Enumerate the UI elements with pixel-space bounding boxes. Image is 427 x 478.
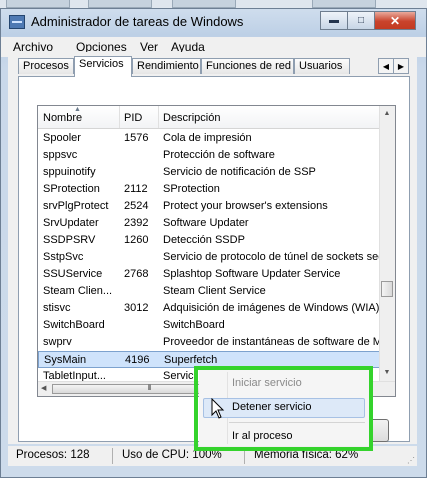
maximize-button[interactable]: □ (347, 11, 375, 30)
tab-usuarios[interactable]: Usuarios (294, 58, 350, 74)
list-item[interactable]: stisvc 3012 Adquisición de imágenes de Win… (38, 300, 380, 317)
background-window-edge (88, 0, 152, 8)
maximize-icon: □ (357, 15, 365, 26)
service-name-cell: Steam Clien... (43, 285, 113, 297)
service-description-cell: Servicio de protocolo de túnel de socket… (163, 251, 380, 263)
list-item[interactable]: SSDPSRV 1260 Detección SSDP (38, 232, 380, 249)
service-name-cell: SysMain (44, 354, 87, 366)
list-item[interactable]: Steam Clien... Steam Client Service (38, 283, 380, 300)
scroll-down-icon[interactable]: ▼ (381, 366, 393, 379)
service-description-cell: Superfetch (164, 354, 218, 366)
status-processes: Procesos: 128 (16, 449, 90, 461)
service-description-cell: SwitchBoard (163, 319, 225, 331)
service-description-cell: SProtection (163, 183, 220, 195)
service-name-cell: SwitchBoard (43, 319, 105, 331)
column-header-nombre[interactable]: Nombre (43, 112, 82, 124)
status-divider (112, 448, 113, 464)
mouse-cursor-icon (211, 398, 225, 419)
window-controls: ▬ □ ✕ (320, 11, 416, 30)
list-item[interactable]: sppuinotify Servicio de notificación de S… (38, 164, 380, 181)
list-item[interactable]: SSUService 2768 Splashtop Software Updater… (38, 266, 380, 283)
service-name-cell: srvPlgProtect (43, 200, 109, 212)
service-description-cell: Adquisición de imágenes de Windows (WIA) (163, 302, 380, 314)
column-divider[interactable] (158, 106, 159, 128)
scroll-left-icon[interactable]: ◀ (41, 384, 46, 392)
service-name-cell: SstpSvc (43, 251, 84, 263)
service-description-cell: Protección de software (163, 149, 275, 161)
tab-scroll-controls: ◀ ▶ (378, 58, 409, 74)
service-pid-cell: 2524 (124, 200, 149, 212)
service-name-cell: stisvc (43, 302, 71, 314)
tab-scroll-right-icon[interactable]: ▶ (393, 58, 409, 74)
service-name-cell: SrvUpdater (43, 217, 99, 229)
task-manager-app-icon (9, 15, 25, 29)
list-item[interactable]: swprv Proveedor de instantáneas de softwa… (38, 334, 380, 351)
service-name-cell: SProtection (43, 183, 100, 195)
tab-servicios[interactable]: Servicios (74, 56, 132, 77)
service-name-cell: Spooler (43, 132, 81, 144)
tab-rendimiento[interactable]: Rendimiento (132, 58, 201, 74)
minimize-button[interactable]: ▬ (320, 11, 348, 30)
close-icon: ✕ (389, 13, 401, 28)
service-pid-cell: 3012 (124, 302, 149, 314)
vertical-scrollbar[interactable]: ▲ ▼ (379, 106, 395, 381)
service-description-cell: Protect your browser's extensions (163, 200, 328, 212)
service-pid-cell: 2392 (124, 217, 149, 229)
column-header-descripcion[interactable]: Descripción (163, 112, 220, 124)
service-name-cell: SSDPSRV (43, 234, 96, 246)
service-description-cell: Steam Client Service (163, 285, 266, 297)
list-rows: Spooler 1576 Cola de impresión sppsvc Protec… (38, 130, 380, 385)
service-name-cell: sppsvc (43, 149, 78, 161)
service-description-cell: Splashtop Software Updater Service (163, 268, 341, 280)
list-item[interactable]: SrvUpdater 2392 Software Updater (38, 215, 380, 232)
service-name-cell: swprv (43, 336, 72, 348)
service-pid-cell: 2768 (124, 268, 149, 280)
minimize-icon: ▬ (329, 15, 339, 26)
service-description-cell: Servicio de notificación de SSP (163, 166, 316, 178)
service-description-cell: Proveedor de instantáneas de software de… (163, 336, 380, 348)
list-item[interactable]: SstpSvc Servicio de protocolo de túnel de… (38, 249, 380, 266)
title-bar[interactable]: Administrador de tareas de Windows ▬ □ ✕ (1, 9, 426, 35)
close-button[interactable]: ✕ (374, 11, 416, 30)
service-pid-cell: 1576 (124, 132, 149, 144)
service-description-cell: Software Updater (163, 217, 249, 229)
tab-scroll-left-icon[interactable]: ◀ (378, 58, 394, 74)
resize-grip-icon[interactable]: ⋰ (407, 456, 415, 465)
list-item[interactable]: Spooler 1576 Cola de impresión (38, 130, 380, 147)
background-window-edge (172, 0, 236, 8)
list-header: ▲ Nombre PID Descripción (38, 106, 380, 129)
window-title: Administrador de tareas de Windows (31, 14, 244, 29)
service-name-cell: sppuinotify (43, 166, 96, 178)
service-description-cell: Cola de impresión (163, 132, 252, 144)
service-pid-cell: 1260 (124, 234, 149, 246)
list-item[interactable]: sppsvc Protección de software (38, 147, 380, 164)
tab-procesos[interactable]: Procesos (18, 58, 74, 74)
service-pid-cell: 4196 (125, 354, 150, 366)
list-item[interactable]: SProtection 2112 SProtection (38, 181, 380, 198)
scroll-up-icon[interactable]: ▲ (381, 107, 393, 120)
tab-funciones-de-red[interactable]: Funciones de red (201, 58, 294, 74)
column-divider[interactable] (119, 106, 120, 128)
list-item[interactable]: SwitchBoard SwitchBoard (38, 317, 380, 334)
service-description-cell: Detección SSDP (163, 234, 245, 246)
background-window-edge (312, 0, 376, 8)
list-item[interactable]: srvPlgProtect 2524 Protect your browser's … (38, 198, 380, 215)
services-list[interactable]: ▲ Nombre PID Descripción Spooler 1576 Cola… (37, 105, 396, 397)
service-name-cell: SSUService (43, 268, 103, 280)
column-header-pid[interactable]: PID (124, 112, 142, 124)
service-pid-cell: 2112 (124, 183, 148, 195)
vertical-scroll-thumb[interactable] (381, 281, 393, 297)
background-window-edge (6, 0, 70, 8)
